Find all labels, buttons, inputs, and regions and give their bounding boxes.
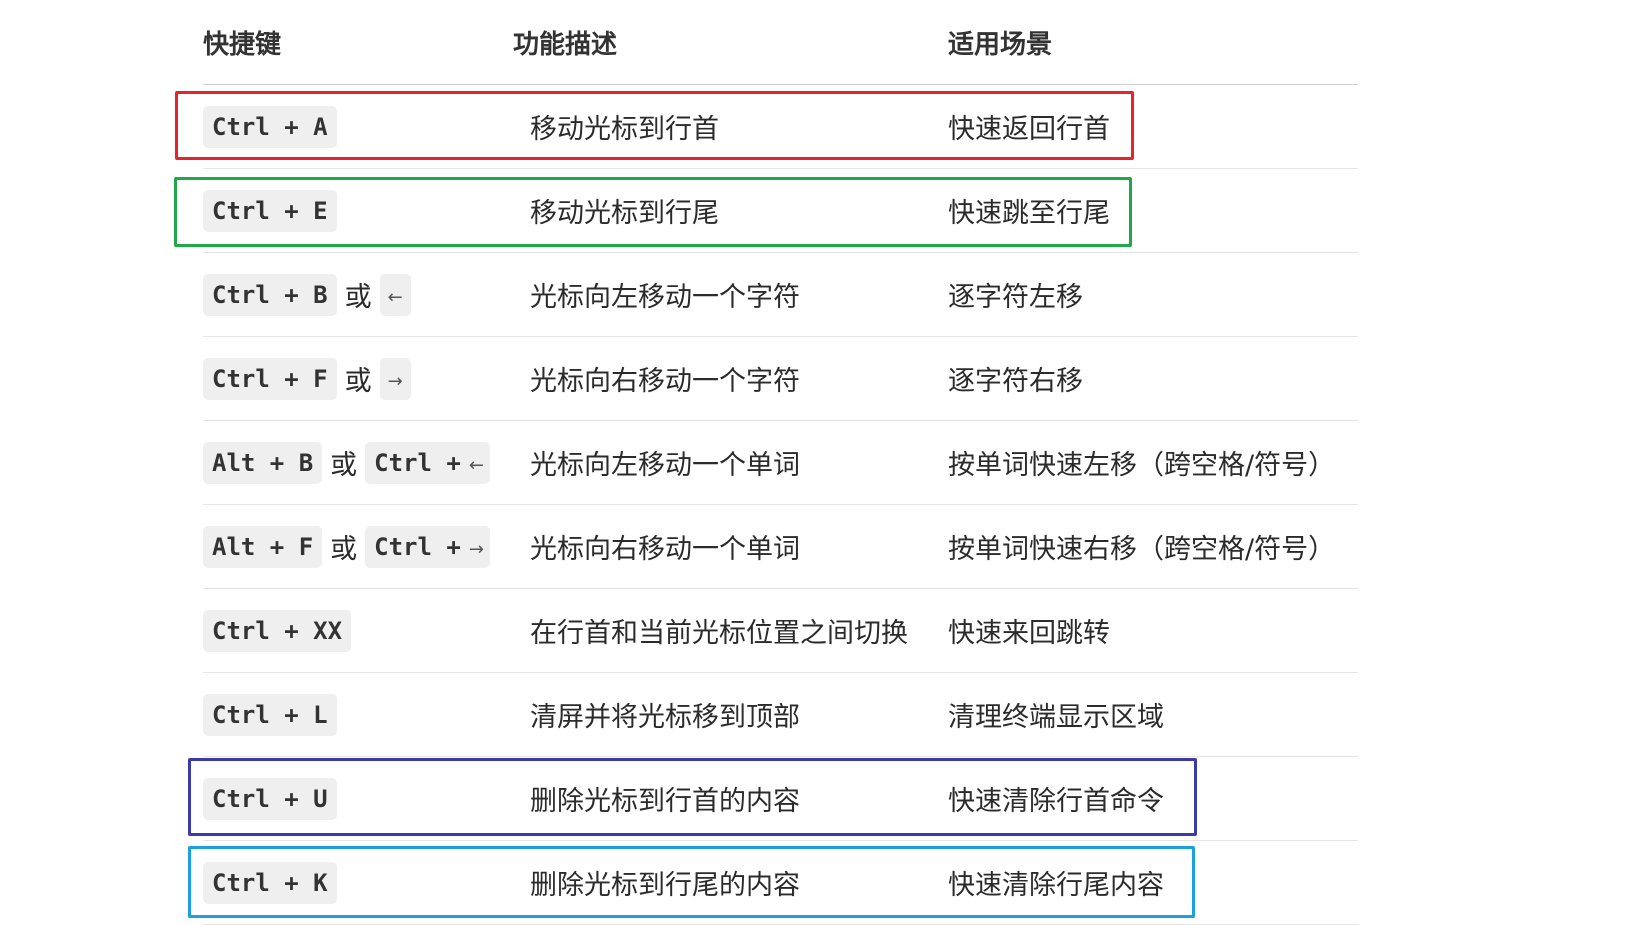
key-combo: Ctrl + F <box>203 357 337 400</box>
alt-key-text: Ctrl + <box>374 532 461 561</box>
scenario-cell: 快速清除行首命令 <box>948 786 1164 817</box>
description-cell: 删除光标到行首的内容 <box>530 786 800 817</box>
description-cell: 删除光标到行尾的内容 <box>530 870 800 901</box>
table-header: 快捷键 功能描述 适用场景 <box>203 0 1358 85</box>
shortcut-cell: Ctrl + F 或 → <box>203 337 411 420</box>
table-row: Alt + F 或 Ctrl + → 光标向右移动一个单词 按单词快速右移（跨空… <box>203 505 1358 589</box>
scenario-cell: 逐字符右移 <box>948 366 1083 397</box>
table-row: Alt + B 或 Ctrl + ← 光标向左移动一个单词 按单词快速左移（跨空… <box>203 421 1358 505</box>
alt-key-combo: Ctrl + ← <box>365 441 490 484</box>
scenario-cell: 逐字符左移 <box>948 282 1083 313</box>
key-combo: Ctrl + L <box>203 693 337 736</box>
description-cell: 光标向右移动一个单词 <box>530 534 800 565</box>
scenario-cell: 清理终端显示区域 <box>948 702 1164 733</box>
header-scenario: 适用场景 <box>948 30 1053 60</box>
key-combo: Ctrl + E <box>203 189 337 232</box>
key-combo: Alt + F <box>203 525 323 568</box>
description-cell: 移动光标到行尾 <box>530 198 719 229</box>
or-label: 或 <box>330 450 358 481</box>
table-row: Ctrl + E 移动光标到行尾 快速跳至行尾 <box>203 169 1358 253</box>
left-arrow-key: ← <box>379 273 411 316</box>
right-arrow-icon: → <box>468 539 484 560</box>
key-combo: Ctrl + XX <box>203 609 352 652</box>
scenario-cell: 快速来回跳转 <box>948 618 1110 649</box>
alt-key-text: Ctrl + <box>374 448 461 477</box>
table-row: Ctrl + K 删除光标到行尾的内容 快速清除行尾内容 <box>203 841 1358 925</box>
shortcut-cell: Ctrl + L <box>203 673 337 756</box>
description-cell: 移动光标到行首 <box>530 114 719 145</box>
or-label: 或 <box>330 534 358 565</box>
shortcut-cell: Ctrl + A <box>203 85 337 168</box>
shortcut-cell: Ctrl + XX <box>203 589 352 672</box>
shortcut-cell: Ctrl + E <box>203 169 337 252</box>
right-arrow-key: → <box>379 357 411 400</box>
key-combo: Alt + B <box>203 441 323 484</box>
key-combo: Ctrl + A <box>203 105 337 148</box>
scenario-cell: 按单词快速右移（跨空格/符号） <box>948 534 1336 565</box>
description-cell: 在行首和当前光标位置之间切换 <box>530 618 908 649</box>
scenario-cell: 按单词快速左移（跨空格/符号） <box>948 450 1336 481</box>
scenario-cell: 快速清除行尾内容 <box>948 870 1164 901</box>
description-cell: 光标向左移动一个单词 <box>530 450 800 481</box>
table-row: Ctrl + XX 在行首和当前光标位置之间切换 快速来回跳转 <box>203 589 1358 673</box>
scenario-cell: 快速返回行首 <box>948 114 1110 145</box>
key-combo: Ctrl + K <box>203 861 337 904</box>
key-combo: Ctrl + B <box>203 273 337 316</box>
description-cell: 光标向左移动一个字符 <box>530 282 800 313</box>
alt-key-combo: Ctrl + → <box>365 525 490 568</box>
scenario-cell: 快速跳至行尾 <box>948 198 1110 229</box>
header-description: 功能描述 <box>513 30 618 60</box>
shortcut-cell: Ctrl + U <box>203 757 337 840</box>
left-arrow-icon: ← <box>468 455 484 476</box>
table-row: Ctrl + B 或 ← 光标向左移动一个字符 逐字符左移 <box>203 253 1358 337</box>
shortcut-table: 快捷键 功能描述 适用场景 Ctrl + A 移动光标到行首 快速返回行首 Ct… <box>203 0 1358 925</box>
table-row: Ctrl + L 清屏并将光标移到顶部 清理终端显示区域 <box>203 673 1358 757</box>
table-row: Ctrl + U 删除光标到行首的内容 快速清除行首命令 <box>203 757 1358 841</box>
header-shortcut: 快捷键 <box>203 30 282 60</box>
description-cell: 清屏并将光标移到顶部 <box>530 702 800 733</box>
shortcut-cell: Ctrl + B 或 ← <box>203 253 411 336</box>
key-combo: Ctrl + U <box>203 777 337 820</box>
description-cell: 光标向右移动一个字符 <box>530 366 800 397</box>
shortcut-cell: Alt + B 或 Ctrl + ← <box>203 421 490 504</box>
or-label: 或 <box>344 366 372 397</box>
or-label: 或 <box>344 282 372 313</box>
shortcut-cell: Ctrl + K <box>203 841 337 924</box>
shortcut-cell: Alt + F 或 Ctrl + → <box>203 505 490 588</box>
table-row: Ctrl + A 移动光标到行首 快速返回行首 <box>203 85 1358 169</box>
table-row: Ctrl + F 或 → 光标向右移动一个字符 逐字符右移 <box>203 337 1358 421</box>
